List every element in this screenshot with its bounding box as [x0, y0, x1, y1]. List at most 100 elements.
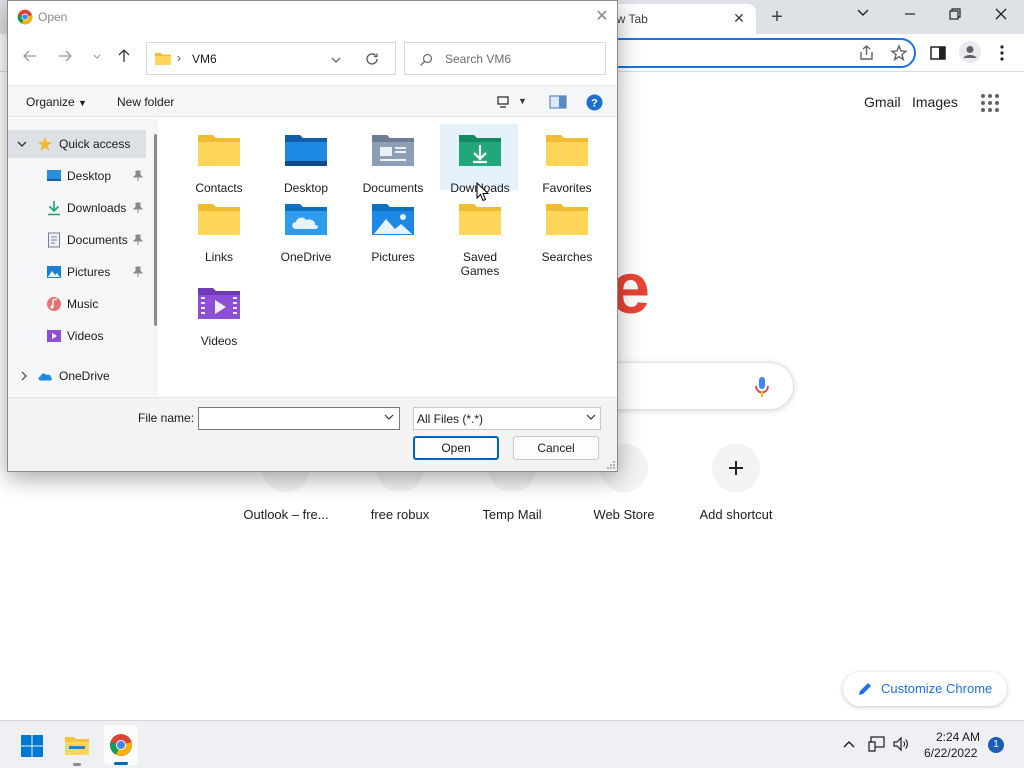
shortcut-label: Add shortcut [699, 507, 773, 522]
pin-icon[interactable] [133, 170, 143, 182]
file-name: Links [204, 250, 233, 264]
file-item-contacts[interactable]: Contacts [179, 124, 259, 195]
new-folder-button[interactable]: New folder [117, 95, 174, 109]
file-item-pictures[interactable]: Pictures [353, 193, 433, 264]
file-item-saved-games[interactable]: Saved Games [440, 193, 520, 278]
profile-avatar-icon[interactable] [959, 41, 981, 63]
organize-label: Organize [26, 95, 75, 109]
nav-item-downloads[interactable]: Downloads [8, 194, 148, 222]
svg-text:?: ? [591, 98, 598, 110]
notification-badge[interactable]: 1 [988, 737, 1004, 753]
chrome-menu-icon[interactable] [993, 44, 1011, 62]
volume-icon[interactable] [892, 736, 910, 752]
shortcut-label: Web Store [593, 507, 655, 522]
nav-item-music[interactable]: Music [8, 290, 148, 318]
file-item-searches[interactable]: Searches [527, 193, 607, 264]
folder-icon [155, 53, 171, 65]
back-arrow-icon[interactable] [18, 48, 42, 68]
file-name-history-chevron-icon[interactable] [382, 411, 396, 425]
tab-close-icon[interactable]: ✕ [730, 9, 748, 27]
file-item-downloads[interactable]: Downloads [440, 124, 518, 195]
dialog-titlebar[interactable]: Open ✕ [8, 1, 617, 33]
customize-chrome-button[interactable]: Customize Chrome [843, 672, 1007, 706]
nav-item-desktop[interactable]: Desktop [8, 162, 148, 190]
recent-locations-chevron-icon[interactable] [85, 48, 109, 68]
file-type-select[interactable]: All Files (*.*) [413, 407, 601, 430]
nav-item-onedrive[interactable]: OneDrive [8, 362, 148, 390]
breadcrumb-current-folder[interactable]: VM6 [192, 52, 217, 66]
address-bar[interactable]: › VM6 [146, 42, 396, 75]
nav-pane-scrollbar[interactable] [154, 134, 157, 326]
google-apps-icon[interactable] [980, 93, 1000, 113]
bookmark-star-icon[interactable] [890, 44, 908, 62]
breadcrumb-separator-icon: › [177, 51, 181, 65]
forward-arrow-icon[interactable] [53, 48, 77, 68]
desktop-icon [47, 170, 61, 181]
nav-label: Music [67, 297, 99, 311]
file-item-favorites[interactable]: Favorites [527, 124, 607, 195]
taskbar: 2:24 AM 6/22/2022 1 [0, 720, 1024, 768]
explorer-running-indicator [73, 763, 81, 766]
pin-icon[interactable] [133, 234, 143, 246]
voice-search-mic-icon[interactable] [754, 375, 770, 399]
nav-item-pictures[interactable]: Pictures [8, 258, 148, 286]
pin-icon[interactable] [133, 202, 143, 214]
command-bar: Organize ▼ New folder ▼ ? [8, 85, 617, 117]
document-icon [48, 232, 60, 248]
help-icon[interactable]: ? [586, 94, 603, 111]
file-item-desktop[interactable]: Desktop [266, 124, 346, 195]
show-hidden-icons-chevron-icon[interactable] [842, 737, 856, 751]
network-icon[interactable] [868, 736, 886, 752]
open-button[interactable]: Open [413, 436, 499, 460]
minimize-button[interactable] [890, 2, 930, 28]
change-view-icon[interactable] [496, 95, 510, 109]
folder-icon [459, 204, 501, 235]
mouse-cursor-icon [476, 182, 490, 202]
dialog-close-icon[interactable]: ✕ [592, 7, 612, 27]
new-tab-button[interactable]: + [764, 6, 790, 28]
nav-label: Quick access [59, 137, 131, 151]
close-window-button[interactable] [981, 2, 1021, 28]
music-icon [47, 297, 61, 311]
nav-item-documents[interactable]: Documents [8, 226, 148, 254]
chrome-taskbar-button[interactable] [104, 725, 138, 765]
folder-icon [198, 135, 240, 166]
pin-icon[interactable] [133, 266, 143, 278]
customize-chrome-label: Customize Chrome [881, 681, 993, 696]
share-icon[interactable] [858, 44, 876, 62]
address-history-chevron-icon[interactable] [330, 54, 342, 66]
clock-time[interactable]: 2:24 AM [936, 730, 980, 744]
search-placeholder: Search VM6 [445, 52, 512, 66]
add-shortcut-button[interactable]: Add shortcut [680, 444, 792, 534]
chrome-active-indicator [114, 762, 128, 765]
nav-item-quick-access[interactable]: Quick access [8, 130, 146, 158]
organize-button[interactable]: Organize ▼ [26, 95, 87, 109]
search-box[interactable]: Search VM6 [404, 42, 606, 75]
file-explorer-icon[interactable] [64, 733, 90, 757]
file-item-onedrive[interactable]: OneDrive [266, 193, 346, 264]
file-item-links[interactable]: Links [179, 193, 259, 264]
file-item-documents[interactable]: Documents [353, 124, 433, 195]
images-link[interactable]: Images [912, 94, 958, 110]
view-options-dropdown-icon[interactable]: ▼ [518, 96, 527, 106]
preview-pane-icon[interactable] [549, 95, 567, 109]
folder-icon [546, 204, 588, 235]
up-arrow-icon[interactable] [112, 48, 136, 68]
expand-chevron-right-icon[interactable] [19, 371, 29, 381]
nav-label: Downloads [67, 201, 127, 215]
clock-date[interactable]: 6/22/2022 [924, 746, 977, 760]
cancel-button[interactable]: Cancel [513, 436, 599, 460]
file-item-videos[interactable]: Videos [179, 277, 259, 348]
resize-grip-icon[interactable] [606, 460, 616, 470]
folder-icon [546, 135, 588, 166]
windows-start-icon[interactable] [20, 734, 44, 758]
gmail-link[interactable]: Gmail [864, 94, 901, 110]
file-name-input[interactable] [198, 407, 400, 430]
expand-chevron-down-icon[interactable] [17, 139, 27, 149]
shortcut-label: Outlook – fre... [243, 507, 329, 522]
restore-button[interactable] [935, 2, 975, 28]
side-panel-icon[interactable] [929, 44, 947, 62]
nav-item-videos[interactable]: Videos [8, 322, 148, 350]
refresh-icon[interactable] [365, 52, 379, 66]
tab-search-chevron-icon[interactable] [843, 2, 883, 28]
